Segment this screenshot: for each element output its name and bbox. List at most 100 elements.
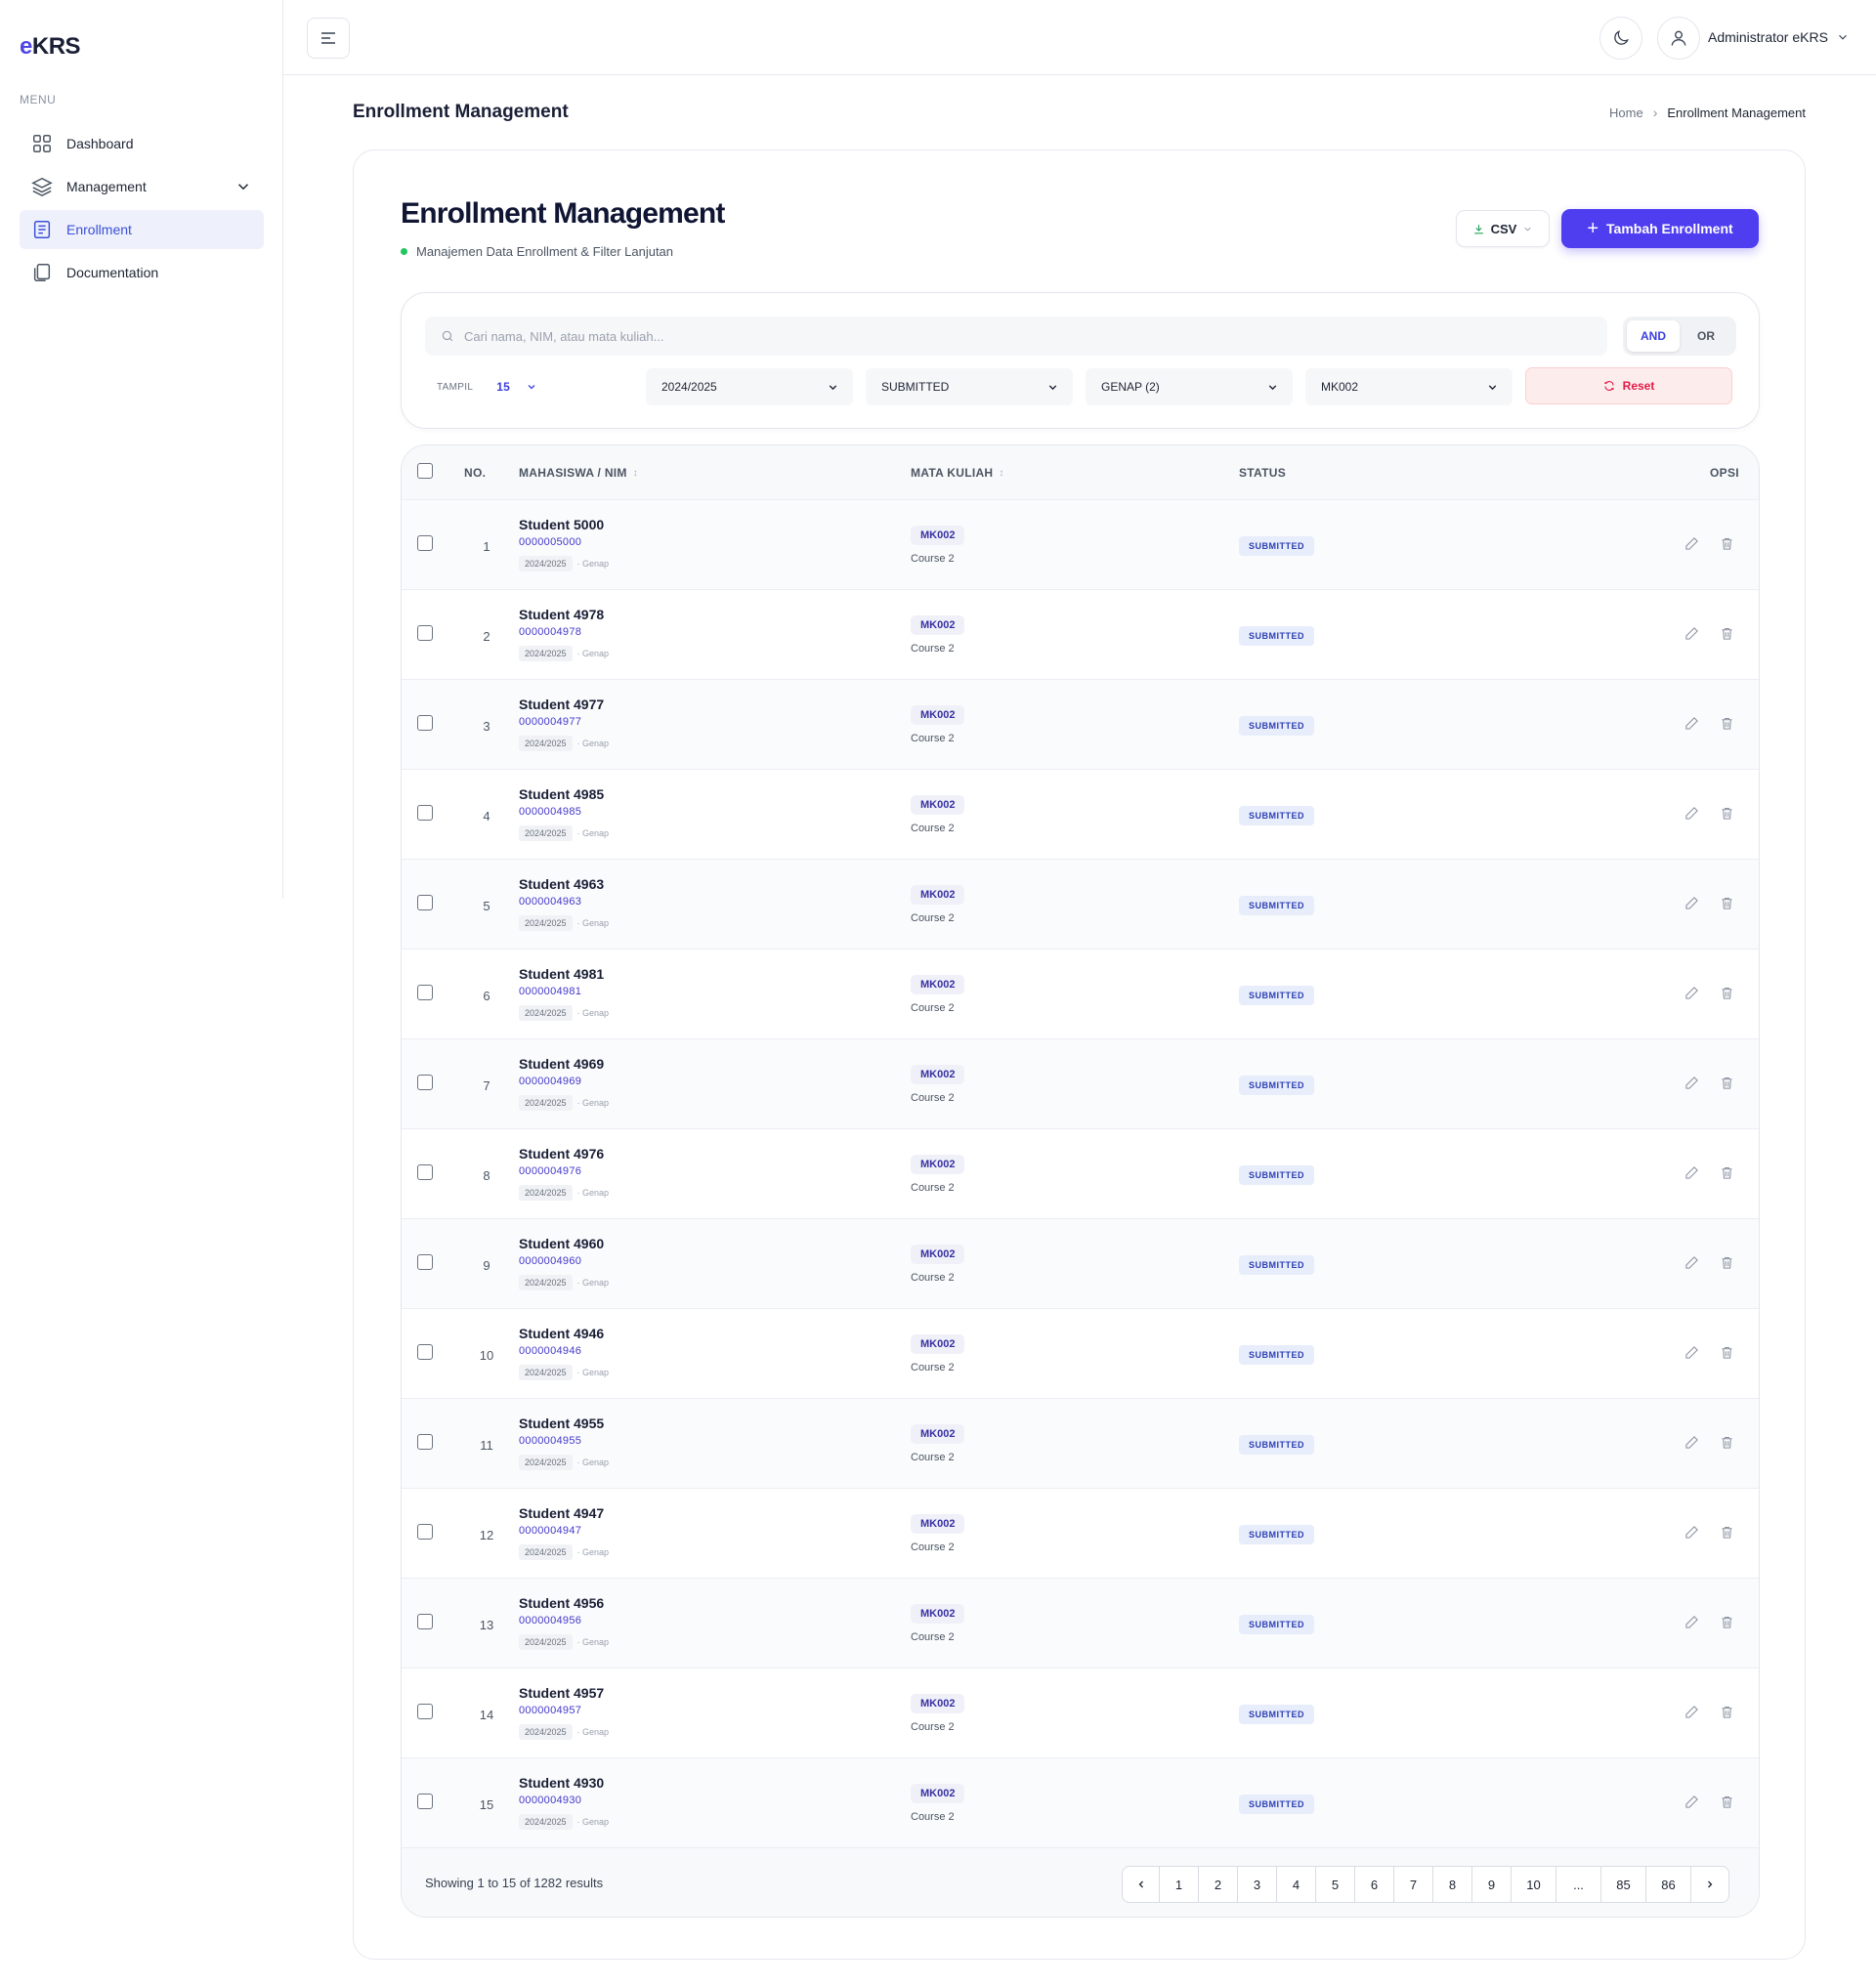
edit-button[interactable] (1684, 716, 1699, 736)
pagination-next-button[interactable] (1691, 1867, 1728, 1902)
sidebar-item-management[interactable]: Management (20, 167, 264, 206)
pagination-page-8[interactable]: 8 (1433, 1867, 1472, 1902)
row-checkbox[interactable] (417, 1434, 433, 1450)
dark-mode-toggle[interactable] (1599, 17, 1642, 60)
row-checkbox[interactable] (417, 625, 433, 641)
row-checkbox[interactable] (417, 1794, 433, 1809)
row-checkbox[interactable] (417, 1614, 433, 1629)
sidebar-toggle-button[interactable] (307, 18, 350, 59)
edit-button[interactable] (1684, 1435, 1699, 1455)
sidebar-item-enrollment[interactable]: Enrollment (20, 210, 264, 249)
pagination-page-5[interactable]: 5 (1316, 1867, 1355, 1902)
edit-button[interactable] (1684, 1165, 1699, 1185)
row-checkbox[interactable] (417, 1254, 433, 1270)
logic-and-button[interactable]: AND (1627, 320, 1680, 352)
edit-button[interactable] (1684, 536, 1699, 556)
student-nim[interactable]: 0000004957 (519, 1705, 581, 1716)
delete-button[interactable] (1720, 1525, 1734, 1544)
edit-button[interactable] (1684, 1525, 1699, 1544)
row-checkbox[interactable] (417, 985, 433, 1000)
delete-button[interactable] (1720, 626, 1734, 646)
logic-or-button[interactable]: OR (1680, 320, 1732, 352)
delete-button[interactable] (1720, 716, 1734, 736)
sidebar-item-dashboard[interactable]: Dashboard (20, 124, 264, 163)
breadcrumb-home[interactable]: Home (1609, 106, 1643, 120)
student-nim[interactable]: 0000004977 (519, 716, 581, 728)
pagination-page-10[interactable]: 10 (1512, 1867, 1556, 1902)
delete-button[interactable] (1720, 1435, 1734, 1455)
page-size-select[interactable]: TAMPIL 15 (437, 380, 537, 394)
csv-export-button[interactable]: CSV (1456, 210, 1550, 247)
select-all-checkbox[interactable] (417, 463, 433, 479)
sidebar-item-documentation[interactable]: Documentation (20, 253, 264, 292)
student-nim[interactable]: 0000004978 (519, 626, 581, 638)
pagination-page-6[interactable]: 6 (1355, 1867, 1394, 1902)
pagination-prev-button[interactable] (1123, 1867, 1160, 1902)
edit-button[interactable] (1684, 806, 1699, 825)
delete-button[interactable] (1720, 1345, 1734, 1365)
add-enrollment-button[interactable]: + Tambah Enrollment (1561, 209, 1759, 248)
row-checkbox[interactable] (417, 1344, 433, 1360)
row-checkbox[interactable] (417, 1164, 433, 1180)
student-nim[interactable]: 0000004969 (519, 1076, 581, 1087)
chevron-down-icon[interactable] (234, 178, 252, 195)
delete-button[interactable] (1720, 1615, 1734, 1634)
pagination-page-85[interactable]: 85 (1601, 1867, 1646, 1902)
pagination-page-1[interactable]: 1 (1160, 1867, 1199, 1902)
student-nim[interactable]: 0000004981 (519, 986, 581, 997)
student-nim[interactable]: 0000004956 (519, 1615, 581, 1626)
row-checkbox[interactable] (417, 715, 433, 731)
edit-button[interactable] (1684, 1705, 1699, 1724)
edit-button[interactable] (1684, 1345, 1699, 1365)
edit-button[interactable] (1684, 1076, 1699, 1095)
edit-button[interactable] (1684, 986, 1699, 1005)
course-select[interactable]: MK002 (1305, 368, 1513, 405)
row-checkbox[interactable] (417, 1524, 433, 1540)
delete-button[interactable] (1720, 1255, 1734, 1275)
delete-button[interactable] (1720, 986, 1734, 1005)
student-nim[interactable]: 0000004930 (519, 1795, 581, 1806)
search-box[interactable] (425, 317, 1607, 356)
delete-button[interactable] (1720, 1165, 1734, 1185)
semester-select[interactable]: GENAP (2) (1086, 368, 1293, 405)
pagination-page-9[interactable]: 9 (1472, 1867, 1512, 1902)
app-logo[interactable]: eKRS (20, 33, 81, 61)
student-nim[interactable]: 0000005000 (519, 536, 581, 548)
row-checkbox[interactable] (417, 1075, 433, 1090)
row-checkbox[interactable] (417, 535, 433, 551)
status-select[interactable]: SUBMITTED (866, 368, 1073, 405)
delete-button[interactable] (1720, 806, 1734, 825)
student-nim[interactable]: 0000004960 (519, 1255, 581, 1267)
pagination-page-7[interactable]: 7 (1394, 1867, 1433, 1902)
year-select[interactable]: 2024/2025 (646, 368, 853, 405)
delete-button[interactable] (1720, 896, 1734, 915)
pagination-ellipsis[interactable]: ... (1556, 1867, 1601, 1902)
user-avatar[interactable] (1657, 17, 1700, 60)
pagination-page-3[interactable]: 3 (1238, 1867, 1277, 1902)
pagination-page-2[interactable]: 2 (1199, 1867, 1238, 1902)
student-nim[interactable]: 0000004985 (519, 806, 581, 818)
column-header-course[interactable]: MATA KULIAH ↕ (911, 466, 1004, 480)
row-checkbox[interactable] (417, 805, 433, 821)
pagination-page-4[interactable]: 4 (1277, 1867, 1316, 1902)
student-nim[interactable]: 0000004955 (519, 1435, 581, 1447)
row-checkbox[interactable] (417, 895, 433, 910)
row-checkbox[interactable] (417, 1704, 433, 1719)
edit-button[interactable] (1684, 896, 1699, 915)
student-nim[interactable]: 0000004946 (519, 1345, 581, 1357)
student-nim[interactable]: 0000004963 (519, 896, 581, 908)
delete-button[interactable] (1720, 1076, 1734, 1095)
student-nim[interactable]: 0000004976 (519, 1165, 581, 1177)
delete-button[interactable] (1720, 1795, 1734, 1814)
reset-button[interactable]: Reset (1525, 367, 1732, 404)
edit-button[interactable] (1684, 626, 1699, 646)
column-header-student[interactable]: MAHASISWA / NIM ↕ (519, 466, 638, 480)
edit-button[interactable] (1684, 1795, 1699, 1814)
edit-button[interactable] (1684, 1615, 1699, 1634)
search-input[interactable] (464, 328, 1539, 344)
user-menu[interactable]: Administrator eKRS (1708, 29, 1850, 45)
delete-button[interactable] (1720, 1705, 1734, 1724)
student-nim[interactable]: 0000004947 (519, 1525, 581, 1537)
pagination-page-86[interactable]: 86 (1646, 1867, 1691, 1902)
delete-button[interactable] (1720, 536, 1734, 556)
